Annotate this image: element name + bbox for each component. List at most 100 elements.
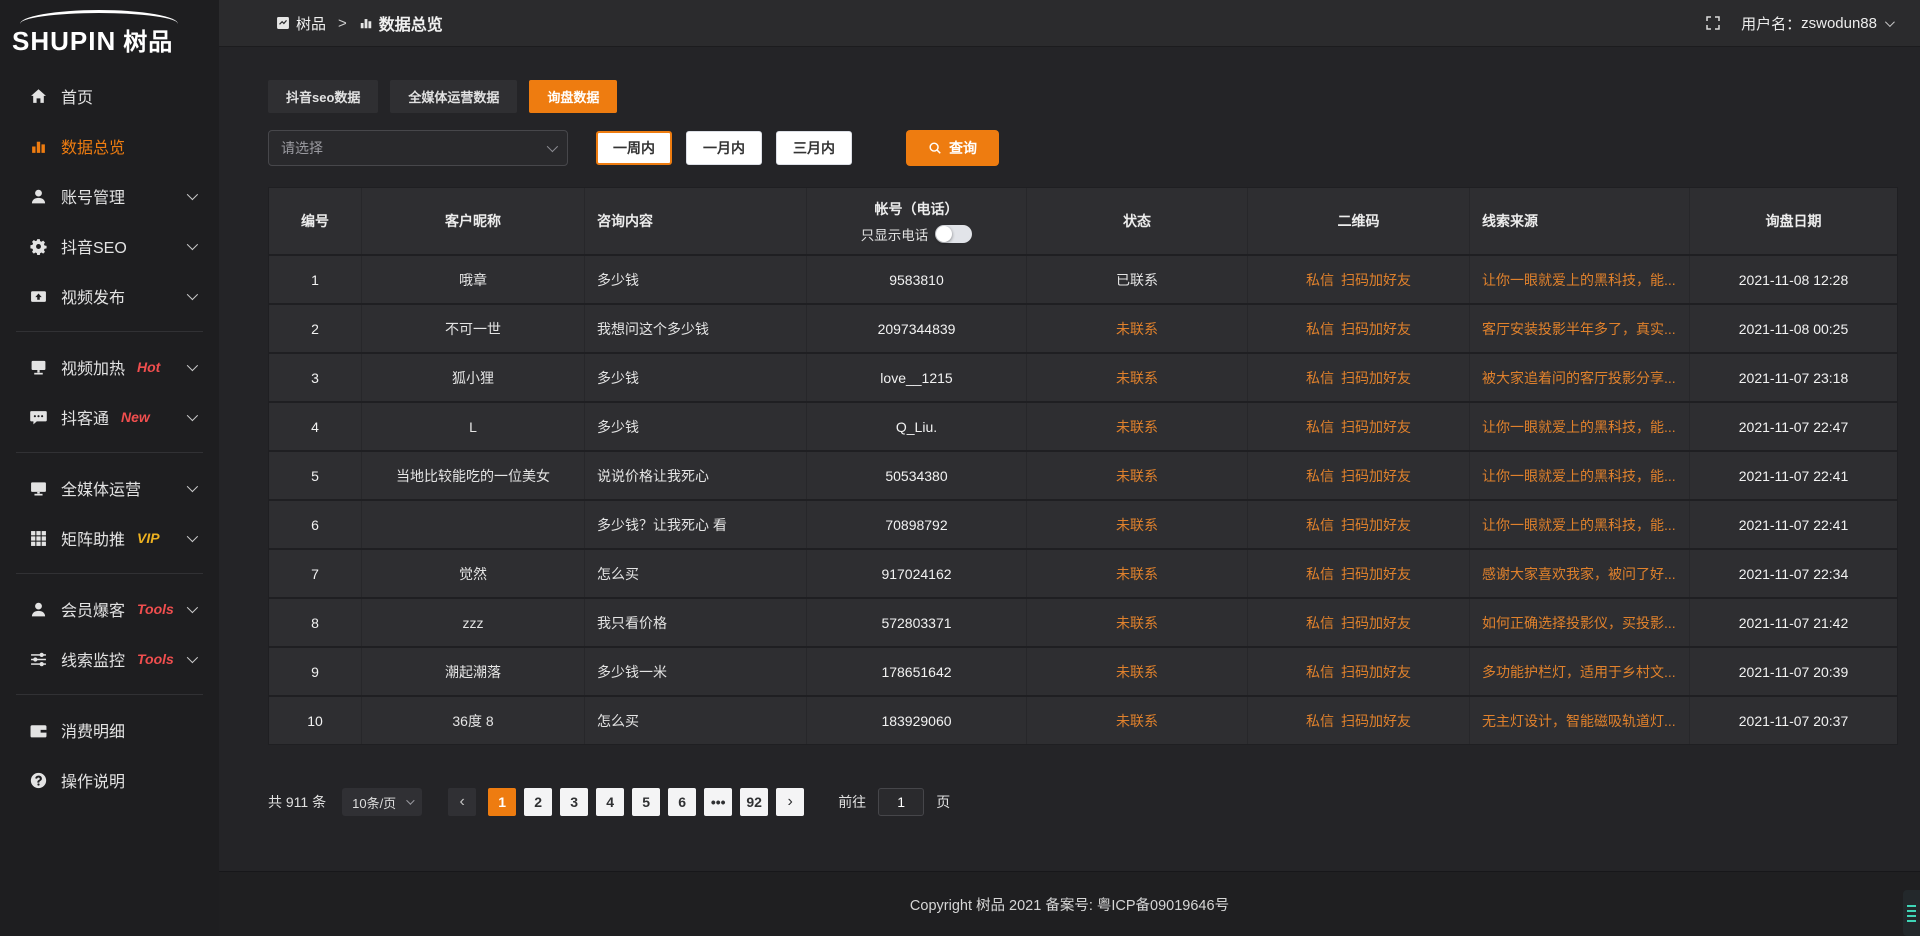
sidebar-item-video-heat[interactable]: 视频加热Hot [0, 342, 219, 392]
sidebar-item-doukerton[interactable]: 抖客通New [0, 392, 219, 442]
cell-qrcode: 私信扫码加好友 [1248, 501, 1470, 548]
page-button-92[interactable]: 92 [740, 788, 768, 816]
chevron-down-icon [187, 360, 198, 371]
sidebar-item-account-manage[interactable]: 账号管理 [0, 171, 219, 221]
qr-link[interactable]: 私信 [1306, 613, 1334, 633]
phone-toggle-row: 只显示电话 [861, 224, 973, 244]
page-ellipsis-button[interactable]: ••• [704, 788, 732, 816]
qr-link[interactable]: 扫码加好友 [1341, 417, 1411, 437]
cell-id: 4 [269, 403, 362, 450]
range-month-button[interactable]: 一月内 [686, 131, 762, 165]
range-quarter-button[interactable]: 三月内 [776, 131, 852, 165]
qr-link[interactable]: 私信 [1306, 662, 1334, 682]
table-row: 3狐小狸多少钱love__1215未联系私信扫码加好友被大家追着问的客厅投影分享… [269, 352, 1897, 401]
search-button[interactable]: 查询 [906, 130, 999, 166]
username[interactable]: zswodun88 [1801, 15, 1877, 32]
page-size-select[interactable]: 10条/页 [342, 788, 422, 816]
goto-page-input[interactable] [878, 788, 924, 816]
cell-id: 2 [269, 305, 362, 352]
source-link[interactable]: 多功能护栏灯，适用于乡村文... [1482, 662, 1676, 682]
tab-media-operation-data[interactable]: 全媒体运营数据 [390, 80, 517, 113]
cell-qrcode: 私信扫码加好友 [1248, 403, 1470, 450]
tab-inquiry-data[interactable]: 询盘数据 [529, 80, 617, 113]
page-button-5[interactable]: 5 [632, 788, 660, 816]
sidebar-item-douyin-seo[interactable]: 抖音SEO [0, 221, 219, 271]
goto-label: 前往 [838, 792, 866, 812]
chevron-down-icon[interactable] [1885, 17, 1895, 27]
qr-link[interactable]: 私信 [1306, 515, 1334, 535]
sidebar-menu: 首页数据总览账号管理抖音SEO视频发布视频加热Hot抖客通New 全媒体运营矩阵助… [0, 71, 219, 805]
qr-link[interactable]: 私信 [1306, 466, 1334, 486]
qr-link[interactable]: 扫码加好友 [1341, 711, 1411, 731]
phone-only-toggle[interactable] [935, 225, 972, 243]
qr-link[interactable]: 私信 [1306, 711, 1334, 731]
cell-account: 9583810 [807, 256, 1027, 303]
source-link[interactable]: 让你一眼就爱上的黑科技，能... [1482, 466, 1676, 486]
table-row: 1036度 8怎么买183929060未联系私信扫码加好友无主灯设计，智能磁吸轨… [269, 695, 1897, 744]
source-link[interactable]: 无主灯设计，智能磁吸轨道灯... [1482, 711, 1676, 731]
filter-select[interactable]: 请选择 [268, 130, 568, 166]
column-header-account: 帐号（电话） 只显示电话 [807, 188, 1027, 254]
source-link[interactable]: 如何正确选择投影仪，买投影... [1482, 613, 1676, 633]
cell-content: 多少钱 [585, 256, 807, 303]
page-button-6[interactable]: 6 [668, 788, 696, 816]
cell-qrcode: 私信扫码加好友 [1248, 599, 1470, 646]
qr-link[interactable]: 扫码加好友 [1341, 466, 1411, 486]
qr-link[interactable]: 扫码加好友 [1341, 662, 1411, 682]
column-header-id: 编号 [269, 188, 362, 254]
sidebar-item-operation-guide[interactable]: 操作说明 [0, 755, 219, 805]
cell-id: 5 [269, 452, 362, 499]
source-link[interactable]: 被大家追着问的客厅投影分享... [1482, 368, 1676, 388]
source-link[interactable]: 让你一眼就爱上的黑科技，能... [1482, 417, 1676, 437]
filter-bar: 请选择 一周内 一月内 三月内 查询 [268, 130, 1898, 166]
sidebar-item-label: 账号管理 [61, 184, 125, 208]
page-button-2[interactable]: 2 [524, 788, 552, 816]
table-row: 7觉然怎么买917024162未联系私信扫码加好友感谢大家喜欢我家，被问了好..… [269, 548, 1897, 597]
cell-content: 怎么买 [585, 697, 807, 744]
qr-link[interactable]: 私信 [1306, 319, 1334, 339]
qr-link[interactable]: 扫码加好友 [1341, 270, 1411, 290]
source-link[interactable]: 感谢大家喜欢我家，被问了好... [1482, 564, 1676, 584]
tab-douyin-seo-data[interactable]: 抖音seo数据 [268, 80, 378, 113]
table-body: 1哦章多少钱9583810已联系私信扫码加好友让你一眼就爱上的黑科技，能...2… [269, 254, 1897, 744]
divider [16, 573, 203, 574]
page-button-4[interactable]: 4 [596, 788, 624, 816]
sidebar-item-member-baoke[interactable]: 会员爆客Tools [0, 584, 219, 634]
qr-link[interactable]: 私信 [1306, 417, 1334, 437]
qr-link[interactable]: 扫码加好友 [1341, 564, 1411, 584]
breadcrumb-home[interactable]: 树品 [296, 13, 326, 34]
sidebar-item-home[interactable]: 首页 [0, 71, 219, 121]
table-row: 9潮起潮落多少钱一米178651642未联系私信扫码加好友多功能护栏灯，适用于乡… [269, 646, 1897, 695]
sidebar-item-badge: Hot [137, 359, 160, 375]
app-logo[interactable]: SHUPIN树品 [0, 0, 219, 63]
logo-text-en: SHUPIN [12, 26, 116, 56]
sidebar-item-media-operation[interactable]: 全媒体运营 [0, 463, 219, 513]
floating-widget[interactable] [1903, 890, 1920, 936]
cell-account: 183929060 [807, 697, 1027, 744]
sidebar-item-video-publish[interactable]: 视频发布 [0, 271, 219, 321]
source-link[interactable]: 客厅安装投影半年多了，真实... [1482, 319, 1676, 339]
page-button-3[interactable]: 3 [560, 788, 588, 816]
cell-id: 6 [269, 501, 362, 548]
qr-link[interactable]: 扫码加好友 [1341, 613, 1411, 633]
fullscreen-icon[interactable] [1705, 15, 1721, 31]
sidebar-item-data-overview[interactable]: 数据总览 [0, 121, 219, 171]
column-header-date: 询盘日期 [1690, 188, 1897, 254]
gear-icon [30, 238, 47, 255]
qr-link[interactable]: 私信 [1306, 564, 1334, 584]
prev-page-button[interactable]: ‹ [448, 788, 476, 816]
source-link[interactable]: 让你一眼就爱上的黑科技，能... [1482, 515, 1676, 535]
qr-link[interactable]: 私信 [1306, 368, 1334, 388]
page-button-1[interactable]: 1 [488, 788, 516, 816]
qr-link[interactable]: 扫码加好友 [1341, 368, 1411, 388]
qr-link[interactable]: 扫码加好友 [1341, 319, 1411, 339]
sidebar-item-consume-detail[interactable]: 消费明细 [0, 705, 219, 755]
qr-link[interactable]: 私信 [1306, 270, 1334, 290]
range-week-button[interactable]: 一周内 [596, 131, 672, 165]
qr-link[interactable]: 扫码加好友 [1341, 515, 1411, 535]
sidebar-item-clue-monitor[interactable]: 线索监控Tools [0, 634, 219, 684]
source-link[interactable]: 让你一眼就爱上的黑科技，能... [1482, 270, 1676, 290]
next-page-button[interactable]: › [776, 788, 804, 816]
cell-nickname: 潮起潮落 [362, 648, 585, 695]
sidebar-item-matrix-boost[interactable]: 矩阵助推VIP [0, 513, 219, 563]
